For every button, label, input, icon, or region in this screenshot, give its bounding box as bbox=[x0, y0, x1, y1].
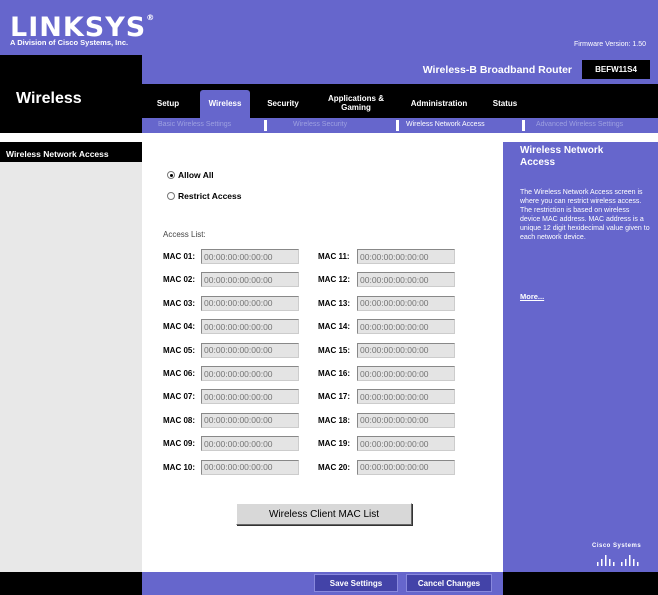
division-text: A Division of Cisco Systems, Inc. bbox=[10, 38, 129, 47]
restrict-access-label: Restrict Access bbox=[178, 191, 242, 201]
mac-address-input[interactable] bbox=[201, 412, 299, 428]
mac-label: MAC 18: bbox=[318, 415, 351, 425]
mac-address-input[interactable] bbox=[201, 436, 299, 452]
mac-label: MAC 11: bbox=[318, 252, 350, 261]
help-more-link[interactable]: More... bbox=[520, 292, 544, 301]
mac-label: MAC 02: bbox=[163, 275, 196, 285]
linksys-logo: LINKSYS® bbox=[10, 12, 156, 43]
mac-label: MAC 04: bbox=[163, 322, 196, 332]
mac-label: MAC 07: bbox=[163, 392, 196, 402]
subtab-separator bbox=[264, 120, 267, 131]
mac-address-input[interactable] bbox=[357, 389, 455, 405]
allow-all-radio[interactable] bbox=[167, 171, 175, 179]
tab-status[interactable]: Status bbox=[488, 90, 522, 118]
mac-address-input[interactable] bbox=[201, 249, 299, 264]
mac-label: MAC 19: bbox=[318, 439, 351, 449]
mac-address-input[interactable] bbox=[201, 459, 299, 475]
allow-all-label: Allow All bbox=[178, 170, 214, 180]
mac-address-input[interactable] bbox=[357, 436, 455, 452]
mac-address-input[interactable] bbox=[357, 249, 455, 264]
mac-label: MAC 01: bbox=[163, 252, 196, 261]
allow-all-option[interactable]: Allow All bbox=[167, 170, 214, 180]
mac-label: MAC 08: bbox=[163, 415, 196, 425]
mac-address-input[interactable] bbox=[201, 366, 299, 381]
mac-label: MAC 05: bbox=[163, 345, 196, 355]
left-column bbox=[0, 142, 142, 572]
tab-setup[interactable]: Setup bbox=[148, 90, 188, 118]
restrict-access-option[interactable]: Restrict Access bbox=[167, 191, 241, 201]
cancel-changes-button[interactable]: Cancel Changes bbox=[406, 574, 492, 592]
wireless-client-mac-list-button[interactable]: Wireless Client MAC List bbox=[236, 503, 412, 525]
mac-address-input[interactable] bbox=[357, 412, 455, 428]
mac-address-input[interactable] bbox=[201, 272, 299, 288]
mac-label: MAC 20: bbox=[318, 462, 351, 472]
restrict-access-radio[interactable] bbox=[167, 192, 175, 200]
mac-address-input[interactable] bbox=[201, 389, 299, 405]
access-list-label: Access List: bbox=[163, 230, 206, 239]
mac-label: MAC 13: bbox=[318, 298, 351, 308]
cisco-bars-icon bbox=[597, 555, 639, 566]
mac-address-input[interactable] bbox=[357, 272, 455, 288]
tab-administration[interactable]: Administration bbox=[406, 90, 472, 118]
product-bar: Wireless-B Broadband Router BEFW11S4 bbox=[142, 55, 658, 84]
mac-address-input[interactable] bbox=[357, 459, 455, 475]
product-name: Wireless-B Broadband Router bbox=[422, 64, 572, 76]
mac-label: MAC 14: bbox=[318, 322, 351, 332]
subtab-advanced-wireless[interactable]: Advanced Wireless Settings bbox=[536, 121, 623, 128]
sub-tabs: Basic Wireless Settings Wireless Securit… bbox=[142, 118, 658, 133]
save-settings-button[interactable]: Save Settings bbox=[314, 574, 398, 592]
model-number: BEFW11S4 bbox=[582, 60, 650, 79]
subtab-wireless-security[interactable]: Wireless Security bbox=[293, 121, 347, 128]
tab-security[interactable]: Security bbox=[260, 90, 306, 118]
help-text: The Wireless Network Access screen is wh… bbox=[520, 189, 650, 242]
left-section-title: Wireless Network Access bbox=[0, 142, 142, 162]
tab-applications-gaming[interactable]: Applications & Gaming bbox=[318, 90, 394, 118]
mac-address-input[interactable] bbox=[201, 319, 299, 335]
subtab-separator bbox=[522, 120, 525, 131]
subtab-wireless-network-access[interactable]: Wireless Network Access bbox=[406, 121, 485, 128]
mac-address-input[interactable] bbox=[201, 295, 299, 311]
help-title: Wireless Network Access bbox=[520, 145, 604, 168]
router-admin-page: LINKSYS® A Division of Cisco Systems, In… bbox=[0, 0, 658, 595]
tab-wireless[interactable]: Wireless bbox=[200, 90, 250, 118]
mac-address-input[interactable] bbox=[357, 295, 455, 311]
subtab-separator bbox=[396, 120, 399, 131]
mac-label: MAC 10: bbox=[163, 462, 196, 472]
firmware-version: Firmware Version: 1.50 bbox=[574, 41, 646, 48]
mac-address-input[interactable] bbox=[357, 319, 455, 335]
section-title: Wireless bbox=[16, 90, 82, 107]
mac-address-input[interactable] bbox=[357, 366, 455, 381]
mac-label: MAC 09: bbox=[163, 439, 196, 449]
mac-label: MAC 15: bbox=[318, 345, 351, 355]
mac-label: MAC 12: bbox=[318, 275, 351, 285]
mac-address-input[interactable] bbox=[201, 342, 299, 358]
mac-label: MAC 03: bbox=[163, 298, 196, 308]
mac-label: MAC 06: bbox=[163, 369, 196, 378]
mac-address-input[interactable] bbox=[357, 342, 455, 358]
mac-label: MAC 16: bbox=[318, 369, 351, 378]
mac-label: MAC 17: bbox=[318, 392, 351, 402]
header: LINKSYS® A Division of Cisco Systems, In… bbox=[0, 0, 658, 55]
cisco-systems-logo: Cisco Systems bbox=[592, 543, 642, 549]
subtab-basic-wireless[interactable]: Basic Wireless Settings bbox=[158, 121, 231, 128]
